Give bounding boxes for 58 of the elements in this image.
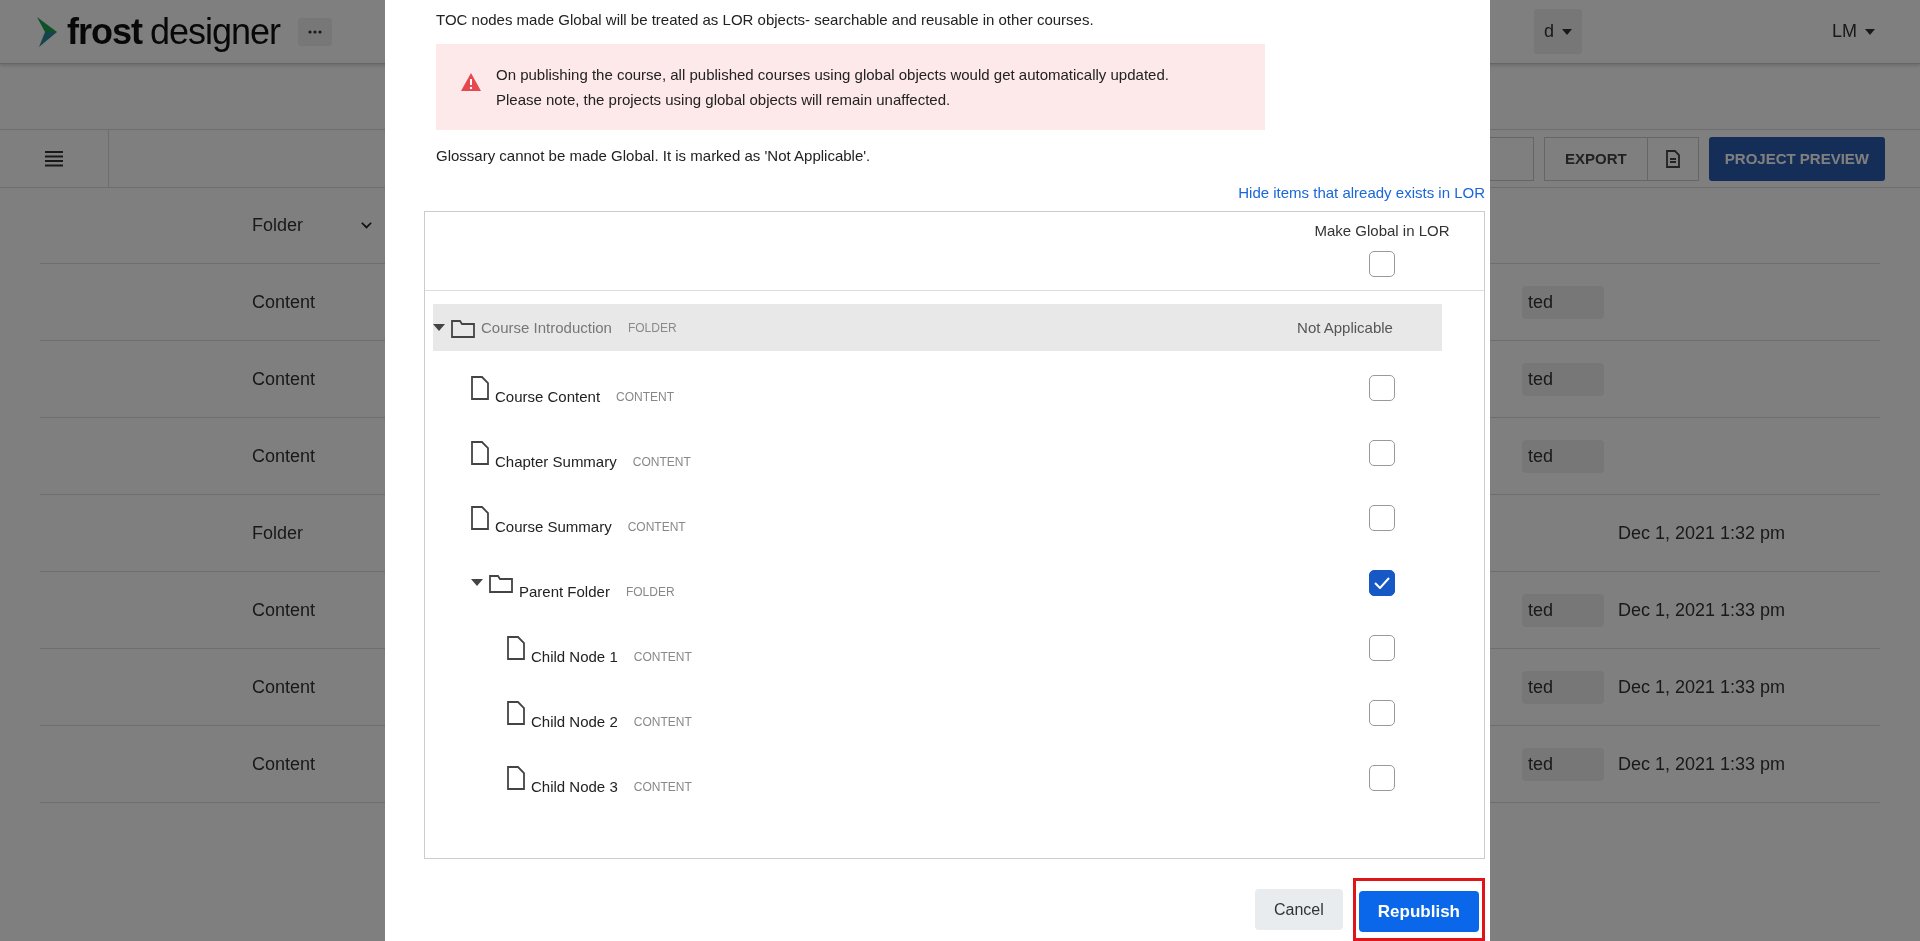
menu-icon[interactable] <box>45 150 63 167</box>
date-cell: Dec 1, 2021 1:33 pm <box>1618 753 1786 775</box>
more-button[interactable] <box>298 17 333 46</box>
cancel-button[interactable]: Cancel <box>1255 889 1343 930</box>
logo-text: designer <box>150 10 281 53</box>
file-icon <box>507 700 525 725</box>
node-type: CONTENT <box>632 454 691 469</box>
caret-icon <box>1562 28 1572 35</box>
project-menu[interactable]: d <box>1533 9 1582 54</box>
status-label: Not Applicable <box>1297 319 1394 336</box>
alert-text: On publishing the course, all published courses using global objects would get automatically updated. Please note, the projects using global objects will remain unaffected. <box>496 65 1169 110</box>
intro-text: TOC nodes made Global will be treated as LOR objects- searchable and reusable in other courses. <box>436 10 1095 30</box>
status-badge: ted <box>1522 747 1604 781</box>
file-icon <box>507 765 525 790</box>
caret-icon <box>1865 28 1875 35</box>
table-cell-text: Content <box>252 599 317 621</box>
node-type: CONTENT <box>616 389 675 404</box>
table-cell-text: Content <box>252 291 317 313</box>
export-button[interactable]: EXPORT <box>1544 136 1648 181</box>
note-text: Glossary cannot be made Global. It is marked as 'Not Applicable'. <box>436 146 872 166</box>
file-icon <box>507 635 525 660</box>
date-cell: Dec 1, 2021 1:33 pm <box>1618 676 1786 698</box>
file-icon <box>471 505 489 530</box>
status-badge: ted <box>1522 439 1604 473</box>
node-type: FOLDER <box>627 320 677 335</box>
table-cell-text: Folder <box>252 522 305 544</box>
status-badge: ted <box>1522 593 1604 627</box>
node-type: CONTENT <box>633 714 692 729</box>
node-type: CONTENT <box>627 519 686 534</box>
status-badge: ted <box>1522 362 1604 396</box>
logo-text: frost <box>67 10 142 53</box>
chevron-icon <box>361 221 372 230</box>
status-badge: ted <box>1522 670 1604 704</box>
node-type: FOLDER <box>625 584 675 599</box>
table-cell-text: Content <box>252 368 317 390</box>
file-icon <box>471 440 489 465</box>
table-cell-text: Content <box>252 445 317 467</box>
file-icon <box>471 375 489 400</box>
column-header: Make Global in LOR <box>1314 222 1450 239</box>
republish-button[interactable]: Republish <box>1358 891 1479 932</box>
status-badge: ted <box>1522 285 1604 319</box>
table-cell-text: Content <box>252 753 317 775</box>
type-filter[interactable]: Folder <box>252 215 372 236</box>
node-type: CONTENT <box>633 779 692 794</box>
checkbox[interactable] <box>1369 251 1395 277</box>
date-cell: Dec 1, 2021 1:33 pm <box>1618 599 1786 621</box>
document-icon <box>1665 149 1680 168</box>
node-type: CONTENT <box>633 649 692 664</box>
folder-icon <box>451 317 475 338</box>
warning-icon <box>460 72 482 92</box>
more-icon <box>308 29 323 34</box>
document-button[interactable] <box>1647 136 1699 181</box>
date-cell: Dec 1, 2021 1:32 pm <box>1618 522 1786 544</box>
user-menu[interactable]: LM <box>1822 9 1885 54</box>
folder-icon <box>489 572 513 593</box>
checkmark-icon <box>1374 576 1390 589</box>
table-cell-text: Content <box>252 676 317 698</box>
hide-items-link[interactable]: Hide items that already exists in LOR <box>1238 184 1485 201</box>
